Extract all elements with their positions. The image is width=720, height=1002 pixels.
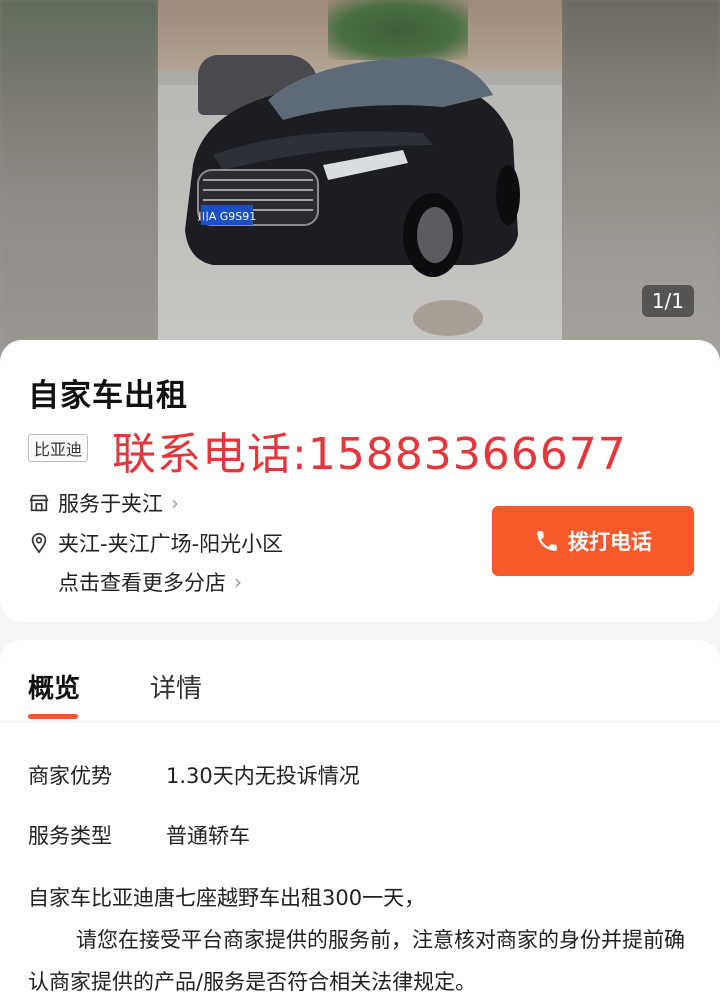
tab-overview[interactable]: 概览	[28, 668, 80, 705]
address-row[interactable]: 夹江-夹江广场-阳光小区	[28, 528, 283, 558]
attribute-key: 服务类型	[28, 824, 112, 848]
active-tab-indicator	[28, 714, 78, 719]
address-text: 夹江-夹江广场-阳光小区	[58, 532, 284, 556]
description-line: 自家车比亚迪唐七座越野车出租300一天，	[28, 886, 426, 910]
location-pin-icon	[31, 533, 47, 554]
attribute-key: 商家优势	[28, 764, 112, 788]
black-suv-image: 川A G9S91	[185, 57, 520, 277]
brand-tag: 比亚迪	[28, 434, 89, 462]
tab-details[interactable]: 详情	[150, 668, 202, 705]
attribute-value: 普通轿车	[166, 824, 250, 848]
attribute-row: 商家优势 1.30天内无投诉情况	[28, 760, 360, 790]
description-notice: 请您在接受平台商家提供的服务前，注意核对商家的身份并提前确认商家提供的产品/服务…	[28, 928, 685, 994]
chevron-right-icon: ›	[171, 491, 179, 515]
car-photo[interactable]: 川A G9S91	[158, 0, 562, 360]
photo-counter: 1/1	[641, 285, 694, 317]
license-plate-text: 川A G9S91	[198, 210, 257, 223]
listing-info-card: 自家车出租 比亚迪 联系电话:15883366677 服务于夹江 › 夹江-夹江…	[0, 340, 720, 622]
call-button-label: 拨打电话	[568, 530, 652, 554]
phone-icon	[537, 531, 557, 551]
listing-photo-gallery[interactable]: 川A G9S91 1/1	[0, 0, 720, 360]
store-icon	[29, 494, 49, 512]
more-stores-link[interactable]: 点击查看更多分店 ›	[58, 567, 242, 597]
contact-phone-text: 联系电话:15883366677	[112, 429, 627, 480]
detail-card: 概览 详情 商家优势 1.30天内无投诉情况 服务类型 普通轿车 自家车比亚迪唐…	[0, 640, 720, 1002]
listing-title: 自家车出租	[28, 378, 188, 414]
manhole-cover	[413, 300, 483, 336]
listing-description: 自家车比亚迪唐七座越野车出租300一天， 请您在接受平台商家提供的服务前，注意核…	[28, 877, 698, 1002]
chevron-right-icon: ›	[234, 570, 242, 594]
call-phone-button[interactable]: 拨打电话	[492, 506, 694, 576]
attribute-value: 1.30天内无投诉情况	[166, 764, 360, 788]
service-area-link[interactable]: 服务于夹江 ›	[28, 488, 179, 518]
more-stores-label: 点击查看更多分店	[58, 571, 226, 595]
tab-bar: 概览 详情	[0, 640, 720, 722]
photo-blur-left	[0, 0, 158, 360]
attribute-row: 服务类型 普通轿车	[28, 820, 250, 850]
service-area-label: 服务于夹江	[58, 492, 163, 516]
